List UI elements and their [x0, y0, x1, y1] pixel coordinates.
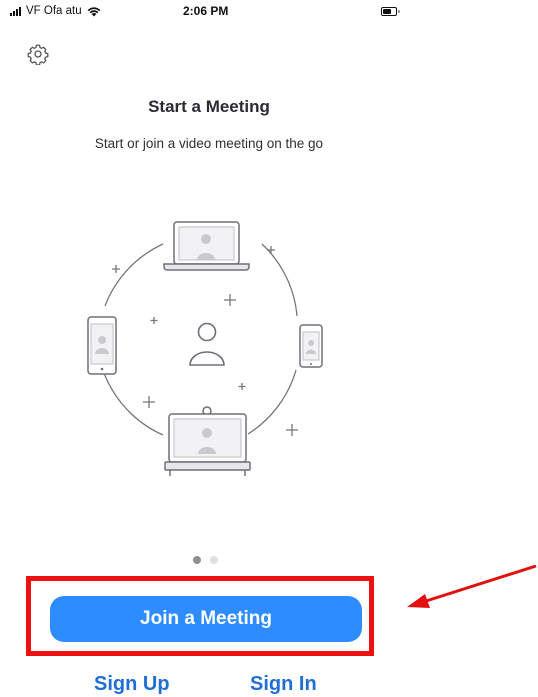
ring-arc-top-right [261, 243, 298, 317]
ring-arc-bottom-right [247, 369, 297, 435]
annotation-arrow-icon [407, 565, 537, 608]
battery-icon [381, 7, 400, 16]
sign-up-link[interactable]: Sign Up [94, 673, 170, 696]
phone-icon [299, 324, 323, 368]
status-bar: VF Ofa atu 2:06 PM [0, 0, 538, 24]
wifi-icon [87, 6, 101, 16]
page-dot[interactable] [210, 556, 218, 564]
signal-strength-icon [10, 6, 21, 16]
sign-in-link[interactable]: Sign In [250, 673, 317, 696]
join-meeting-button[interactable]: Join a Meeting [50, 596, 362, 642]
status-time: 2:06 PM [183, 4, 229, 18]
laptop-icon [163, 221, 250, 271]
page-indicator [193, 556, 218, 564]
carrier-name: VF Ofa atu [26, 5, 82, 17]
tablet-icon [87, 316, 117, 375]
room-system-icon [164, 406, 251, 476]
ring-arc-top-left [104, 243, 164, 307]
page-title: Start a Meeting [148, 97, 270, 116]
user-avatar-icon [189, 322, 225, 366]
ring-arc-bottom-left [103, 372, 164, 436]
gear-icon[interactable] [27, 43, 49, 65]
page-dot-active[interactable] [193, 556, 201, 564]
page-subtitle: Start or join a video meeting on the go [94, 136, 324, 151]
status-left: VF Ofa atu [10, 5, 101, 17]
meeting-illustration [87, 221, 323, 476]
